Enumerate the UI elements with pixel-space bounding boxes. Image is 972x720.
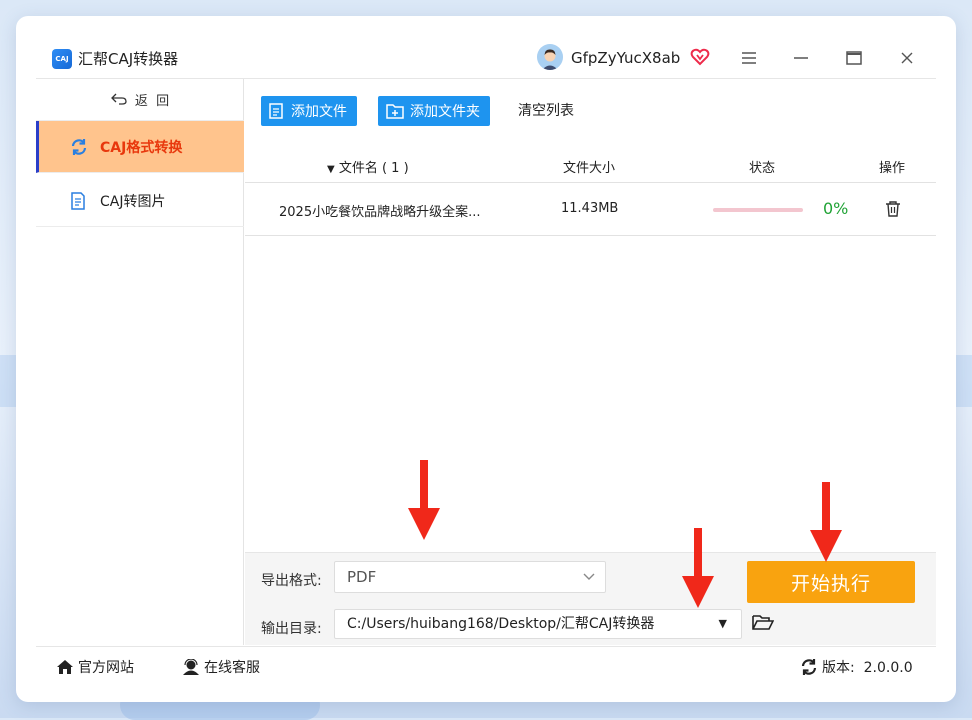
version-label: 版本: 2.0.0.0 [822,660,913,676]
export-format-value: PDF [347,568,377,586]
progress-bar [713,208,803,212]
sidebar-item-caj-format-convert[interactable]: CAJ格式转换 [36,121,244,173]
add-folder-icon [386,103,404,119]
maximize-button[interactable] [842,46,866,70]
export-format-select[interactable]: PDF [334,561,606,593]
add-file-label: 添加文件 [291,104,347,120]
output-dir-value: C:/Users/huibang168/Desktop/汇帮CAJ转换器 [347,616,655,632]
online-support-link[interactable]: 在线客服 [182,657,260,677]
start-button[interactable]: 开始执行 [747,561,915,603]
app-window: CAJ 汇帮CAJ转换器 GfpZyYucX8ab 返 回 CAJ格式转换 CA… [16,16,956,702]
home-icon [56,659,74,675]
add-folder-button[interactable]: 添加文件夹 [378,96,490,126]
back-label: 返 回 [134,94,170,109]
delete-icon[interactable] [885,200,901,218]
output-settings-panel: 导出格式: PDF 输出目录: C:/Users/huibang168/Desk… [245,552,936,645]
file-size-cell: 11.43MB [561,201,619,216]
sort-down-icon: ▼ [327,164,335,175]
sidebar: 返 回 CAJ格式转换 CAJ转图片 [36,79,244,645]
clear-list-button[interactable]: 清空列表 [518,96,574,126]
app-title: 汇帮CAJ转换器 [78,50,179,68]
app-logo-icon: CAJ [52,49,72,69]
file-name-cell: 2025小吃餐饮品牌战略升级全案... [279,205,481,220]
open-folder-icon[interactable] [752,613,775,633]
sidebar-item-caj-to-image[interactable]: CAJ转图片 [36,175,244,227]
add-file-button[interactable]: 添加文件 [261,96,357,126]
column-filename[interactable]: ▼ 文件名 ( 1 ) [327,157,409,176]
user-avatar[interactable] [537,44,563,70]
back-arrow-icon [110,90,127,109]
annotation-arrow-down [408,460,440,540]
column-action: 操作 [879,161,906,176]
column-filename-label: 文件名 ( 1 ) [338,161,409,176]
title-bar: CAJ 汇帮CAJ转换器 GfpZyYucX8ab [16,16,956,78]
column-status: 状态 [749,161,776,176]
refresh-icon [800,658,818,676]
online-support-label: 在线客服 [204,660,260,676]
export-format-label: 导出格式: [261,573,322,589]
official-website-link[interactable]: 官方网站 [56,657,134,677]
column-filesize: 文件大小 [563,161,616,176]
footer: 官方网站 在线客服 版本: 2.0.0.0 [36,646,936,686]
sidebar-item-label: CAJ格式转换 [100,139,183,156]
close-button[interactable] [895,46,919,70]
official-website-label: 官方网站 [78,660,134,676]
add-file-icon [269,103,285,119]
version-info[interactable]: 版本: 2.0.0.0 [800,657,913,677]
support-agent-icon [182,659,200,675]
caret-down-icon: ▼ [718,617,727,630]
annotation-arrow-down [682,528,714,608]
sidebar-item-label: CAJ转图片 [100,193,166,210]
chevron-down-icon [583,562,595,603]
vip-heart-icon[interactable] [690,47,710,67]
document-icon [70,191,90,210]
minimize-button[interactable] [789,46,813,70]
username[interactable]: GfpZyYucX8ab [571,48,680,68]
annotation-arrow-down [810,482,842,562]
menu-button[interactable] [737,46,761,70]
add-folder-label: 添加文件夹 [410,104,480,120]
back-button[interactable]: 返 回 [36,79,244,121]
progress-percent: 0% [823,199,849,218]
table-row[interactable]: 2025小吃餐饮品牌战略升级全案... 11.43MB 0% [245,184,936,236]
output-dir-select[interactable]: C:/Users/huibang168/Desktop/汇帮CAJ转换器 ▼ [334,609,742,639]
output-dir-label: 输出目录: [261,621,322,637]
file-table-header: ▼ 文件名 ( 1 ) 文件大小 状态 操作 [245,149,936,183]
refresh-icon [70,138,90,156]
